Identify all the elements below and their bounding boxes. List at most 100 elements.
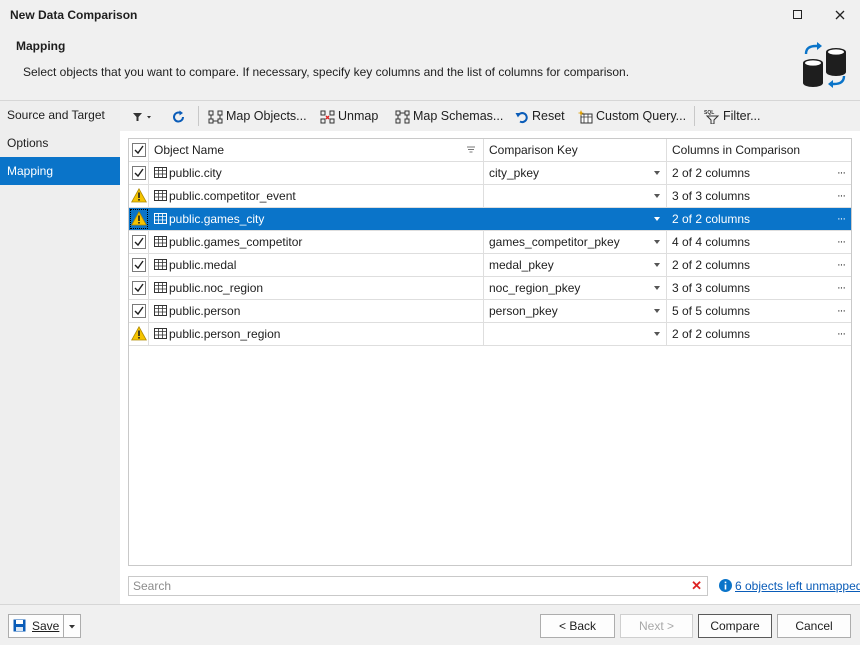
- columns-in-comparison-cell[interactable]: 3 of 3 columns ···: [667, 277, 851, 299]
- table-row[interactable]: public.medal medal_pkey 2 of 2 columns ···: [129, 254, 851, 277]
- table-row[interactable]: public.games_city 2 of 2 columns ···: [129, 208, 851, 231]
- close-button[interactable]: [826, 5, 854, 25]
- select-all-cell[interactable]: [129, 139, 149, 161]
- row-checkbox[interactable]: [132, 166, 146, 180]
- comparison-key-dropdown[interactable]: person_pkey: [484, 300, 667, 322]
- table-row[interactable]: public.games_competitor games_competitor_…: [129, 231, 851, 254]
- columns-count: 3 of 3 columns: [672, 189, 751, 203]
- reset-button[interactable]: Reset: [515, 106, 565, 126]
- search-input[interactable]: [129, 577, 679, 595]
- row-checkbox[interactable]: [132, 235, 146, 249]
- row-status-cell[interactable]: [129, 254, 149, 276]
- row-status-cell[interactable]: [129, 231, 149, 253]
- back-button[interactable]: < Back: [540, 614, 615, 638]
- object-name: public.medal: [169, 258, 237, 272]
- ellipsis-button[interactable]: ···: [837, 300, 846, 322]
- table-row[interactable]: public.competitor_event 3 of 3 columns ···: [129, 185, 851, 208]
- dropdown-arrow-icon[interactable]: [654, 286, 660, 290]
- compare-button[interactable]: Compare: [698, 614, 772, 638]
- map-schemas-button[interactable]: Map Schemas...: [395, 106, 503, 126]
- nav-source-and-target[interactable]: Source and Target: [0, 101, 120, 129]
- object-name-cell[interactable]: public.person_region: [149, 323, 484, 345]
- columns-in-comparison-cell[interactable]: 2 of 2 columns ···: [667, 323, 851, 345]
- table-row[interactable]: public.person person_pkey 5 of 5 columns ··…: [129, 300, 851, 323]
- columns-in-comparison-cell[interactable]: 2 of 2 columns ···: [667, 254, 851, 276]
- object-name-cell[interactable]: public.person: [149, 300, 484, 322]
- dropdown-arrow-icon[interactable]: [654, 263, 660, 267]
- dropdown-arrow-icon[interactable]: [654, 194, 660, 198]
- refresh-button[interactable]: [172, 106, 189, 126]
- columns-in-comparison-cell[interactable]: 5 of 5 columns ···: [667, 300, 851, 322]
- table-icon: [154, 328, 167, 340]
- custom-query-button[interactable]: Custom Query...: [577, 106, 686, 126]
- row-status-cell[interactable]: [129, 300, 149, 322]
- comparison-key-dropdown[interactable]: [484, 185, 667, 207]
- comparison-key-dropdown[interactable]: noc_region_pkey: [484, 277, 667, 299]
- save-options-dropdown[interactable]: [63, 614, 81, 638]
- nav-mapping[interactable]: Mapping: [0, 157, 120, 185]
- table-row[interactable]: public.city city_pkey 2 of 2 columns ···: [129, 162, 851, 185]
- nav-options[interactable]: Options: [0, 129, 120, 157]
- sql-filter-button[interactable]: SQL Filter...: [704, 106, 761, 126]
- object-name-cell[interactable]: public.games_competitor: [149, 231, 484, 253]
- clear-search-icon[interactable]: ✕: [691, 578, 702, 594]
- warning-icon[interactable]: [131, 326, 147, 341]
- checkmark-icon: [134, 237, 144, 247]
- object-name-cell[interactable]: public.city: [149, 162, 484, 184]
- row-checkbox[interactable]: [132, 304, 146, 318]
- comparison-key-dropdown[interactable]: [484, 323, 667, 345]
- row-status-cell[interactable]: [129, 277, 149, 299]
- object-name-cell[interactable]: public.games_city: [149, 208, 484, 230]
- row-status-cell[interactable]: [129, 208, 149, 230]
- warning-icon[interactable]: [131, 188, 147, 203]
- object-name-cell[interactable]: public.medal: [149, 254, 484, 276]
- comparison-key-dropdown[interactable]: medal_pkey: [484, 254, 667, 276]
- window-title: New Data Comparison: [10, 8, 138, 22]
- dropdown-arrow-icon[interactable]: [654, 240, 660, 244]
- save-button[interactable]: Save: [8, 614, 63, 638]
- select-all-checkbox[interactable]: [132, 143, 146, 157]
- row-status-cell[interactable]: [129, 162, 149, 184]
- map-objects-button[interactable]: Map Objects...: [208, 106, 307, 126]
- maximize-button[interactable]: [784, 5, 812, 25]
- dropdown-arrow-icon[interactable]: [654, 309, 660, 313]
- table-row[interactable]: public.noc_region noc_region_pkey 3 of 3 c…: [129, 277, 851, 300]
- columns-in-comparison-cell[interactable]: 4 of 4 columns ···: [667, 231, 851, 253]
- page-title: Mapping: [16, 39, 66, 53]
- ellipsis-button[interactable]: ···: [837, 277, 846, 299]
- dropdown-arrow-icon[interactable]: [654, 332, 660, 336]
- columns-in-comparison-cell[interactable]: 2 of 2 columns ···: [667, 208, 851, 230]
- object-name-cell[interactable]: public.competitor_event: [149, 185, 484, 207]
- comparison-key-dropdown[interactable]: city_pkey: [484, 162, 667, 184]
- unmap-button[interactable]: Unmap: [320, 106, 378, 126]
- columns-in-comparison-cell[interactable]: 3 of 3 columns ···: [667, 185, 851, 207]
- cancel-button[interactable]: Cancel: [777, 614, 851, 638]
- comparison-key-dropdown[interactable]: games_competitor_pkey: [484, 231, 667, 253]
- column-header-columns-in-comparison[interactable]: Columns in Comparison: [667, 139, 851, 161]
- column-header-object-name[interactable]: Object Name: [149, 139, 484, 161]
- row-checkbox[interactable]: [132, 281, 146, 295]
- columns-in-comparison-cell[interactable]: 2 of 2 columns ···: [667, 162, 851, 184]
- ellipsis-button[interactable]: ···: [837, 162, 846, 184]
- next-button[interactable]: Next >: [620, 614, 693, 638]
- dropdown-arrow-icon[interactable]: [654, 171, 660, 175]
- checkmark-icon: [134, 145, 144, 155]
- table-row[interactable]: public.person_region 2 of 2 columns ···: [129, 323, 851, 346]
- ellipsis-button[interactable]: ···: [837, 208, 846, 230]
- row-checkbox[interactable]: [132, 258, 146, 272]
- sql-filter-icon: SQL: [704, 110, 720, 125]
- filter-dropdown-button[interactable]: [132, 106, 157, 126]
- row-status-cell[interactable]: [129, 323, 149, 345]
- ellipsis-button[interactable]: ···: [837, 185, 846, 207]
- comparison-key-dropdown[interactable]: [484, 208, 667, 230]
- unmapped-objects-link[interactable]: 6 objects left unmapped: [735, 579, 860, 593]
- ellipsis-button[interactable]: ···: [837, 231, 846, 253]
- object-name-cell[interactable]: public.noc_region: [149, 277, 484, 299]
- object-name: public.person: [169, 304, 241, 318]
- ellipsis-button[interactable]: ···: [837, 323, 846, 345]
- ellipsis-button[interactable]: ···: [837, 254, 846, 276]
- dropdown-arrow-icon[interactable]: [654, 217, 660, 221]
- row-status-cell[interactable]: [129, 185, 149, 207]
- object-name: public.person_region: [169, 327, 281, 341]
- column-header-comparison-key[interactable]: Comparison Key: [484, 139, 667, 161]
